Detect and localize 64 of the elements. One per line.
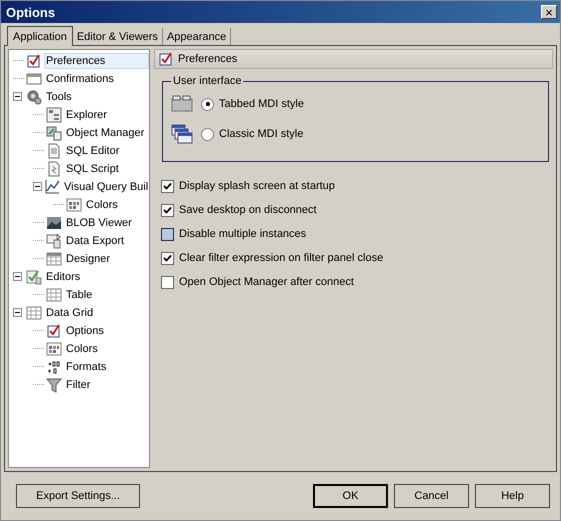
checkbox-option[interactable]: Open Object Manager after connect bbox=[161, 274, 553, 290]
collapse-toggle[interactable] bbox=[33, 182, 42, 192]
gear-icon bbox=[26, 89, 42, 105]
tree-item[interactable]: Designer bbox=[64, 251, 112, 267]
checkbox-option[interactable]: Display splash screen at startup bbox=[161, 178, 553, 194]
collapse-toggle[interactable] bbox=[13, 92, 24, 102]
close-button[interactable]: × bbox=[541, 5, 557, 19]
tree-item[interactable]: Colors bbox=[84, 197, 120, 213]
grid-icon bbox=[26, 305, 42, 321]
tree-item[interactable]: Data Export bbox=[64, 233, 126, 249]
tabbed-windows-icon bbox=[171, 94, 193, 114]
export-settings-button[interactable]: Export Settings... bbox=[16, 484, 140, 508]
tree-item[interactable]: Formats bbox=[64, 359, 108, 375]
tree-item[interactable]: Visual Query Buil bbox=[62, 179, 149, 195]
checkbox-option[interactable]: Save desktop on disconnect bbox=[161, 202, 553, 218]
tree-item[interactable]: Colors bbox=[64, 341, 100, 357]
tree-item[interactable]: Editors bbox=[44, 269, 82, 285]
tree-item[interactable]: SQL Script bbox=[64, 161, 121, 177]
tree-icon bbox=[46, 107, 62, 123]
collapse-toggle[interactable] bbox=[13, 272, 24, 282]
window-title: Options bbox=[6, 4, 56, 20]
group-title: User interface bbox=[172, 75, 242, 87]
window-icon bbox=[26, 71, 42, 87]
export-icon bbox=[46, 233, 62, 249]
dialog-button[interactable]: Cancel bbox=[394, 484, 469, 508]
script-icon bbox=[46, 161, 62, 177]
radio-option[interactable]: Tabbed MDI style bbox=[201, 98, 304, 110]
checkmark-icon bbox=[163, 182, 172, 190]
tab[interactable]: Application bbox=[7, 26, 73, 46]
tree-item[interactable]: Table bbox=[64, 287, 94, 303]
table-icon bbox=[46, 287, 62, 303]
cascade-windows-icon bbox=[171, 124, 193, 144]
chart-icon bbox=[44, 179, 60, 195]
tree-item[interactable]: Preferences bbox=[44, 53, 149, 69]
tree-item[interactable]: Tools bbox=[44, 89, 74, 105]
checkbox-option[interactable]: Clear filter expression on filter panel close bbox=[161, 250, 553, 266]
tree-item[interactable]: Explorer bbox=[64, 107, 109, 123]
objects-icon bbox=[46, 125, 62, 141]
tree-item[interactable]: Object Manager bbox=[64, 125, 146, 141]
tree-item[interactable]: BLOB Viewer bbox=[64, 215, 134, 231]
image-icon bbox=[46, 215, 62, 231]
checklist-icon bbox=[158, 51, 174, 67]
checkmark-icon bbox=[163, 254, 172, 262]
checkbox-option[interactable]: Disable multiple instances bbox=[161, 226, 553, 242]
tree-item[interactable]: Filter bbox=[64, 377, 92, 393]
editors-icon bbox=[26, 269, 42, 285]
tree-item[interactable]: SQL Editor bbox=[64, 143, 122, 159]
tree-item[interactable]: Options bbox=[64, 323, 106, 339]
tree-item[interactable]: Confirmations bbox=[44, 71, 116, 87]
checklist-icon bbox=[26, 53, 42, 69]
calendar-icon bbox=[46, 251, 62, 267]
dialog-button[interactable]: OK bbox=[313, 484, 388, 508]
tree-item[interactable]: Data Grid bbox=[44, 305, 96, 321]
filter-icon bbox=[46, 377, 62, 393]
palette-icon bbox=[66, 197, 82, 213]
number-format-icon bbox=[46, 359, 62, 375]
collapse-toggle[interactable] bbox=[13, 308, 24, 318]
radio-option[interactable]: Classic MDI style bbox=[201, 128, 304, 140]
dialog-button[interactable]: Help bbox=[475, 484, 550, 508]
checklist-icon bbox=[46, 323, 62, 339]
section-title: Preferences bbox=[178, 53, 238, 65]
document-icon bbox=[46, 143, 62, 159]
palette-icon bbox=[46, 341, 62, 357]
checkmark-icon bbox=[163, 206, 172, 214]
